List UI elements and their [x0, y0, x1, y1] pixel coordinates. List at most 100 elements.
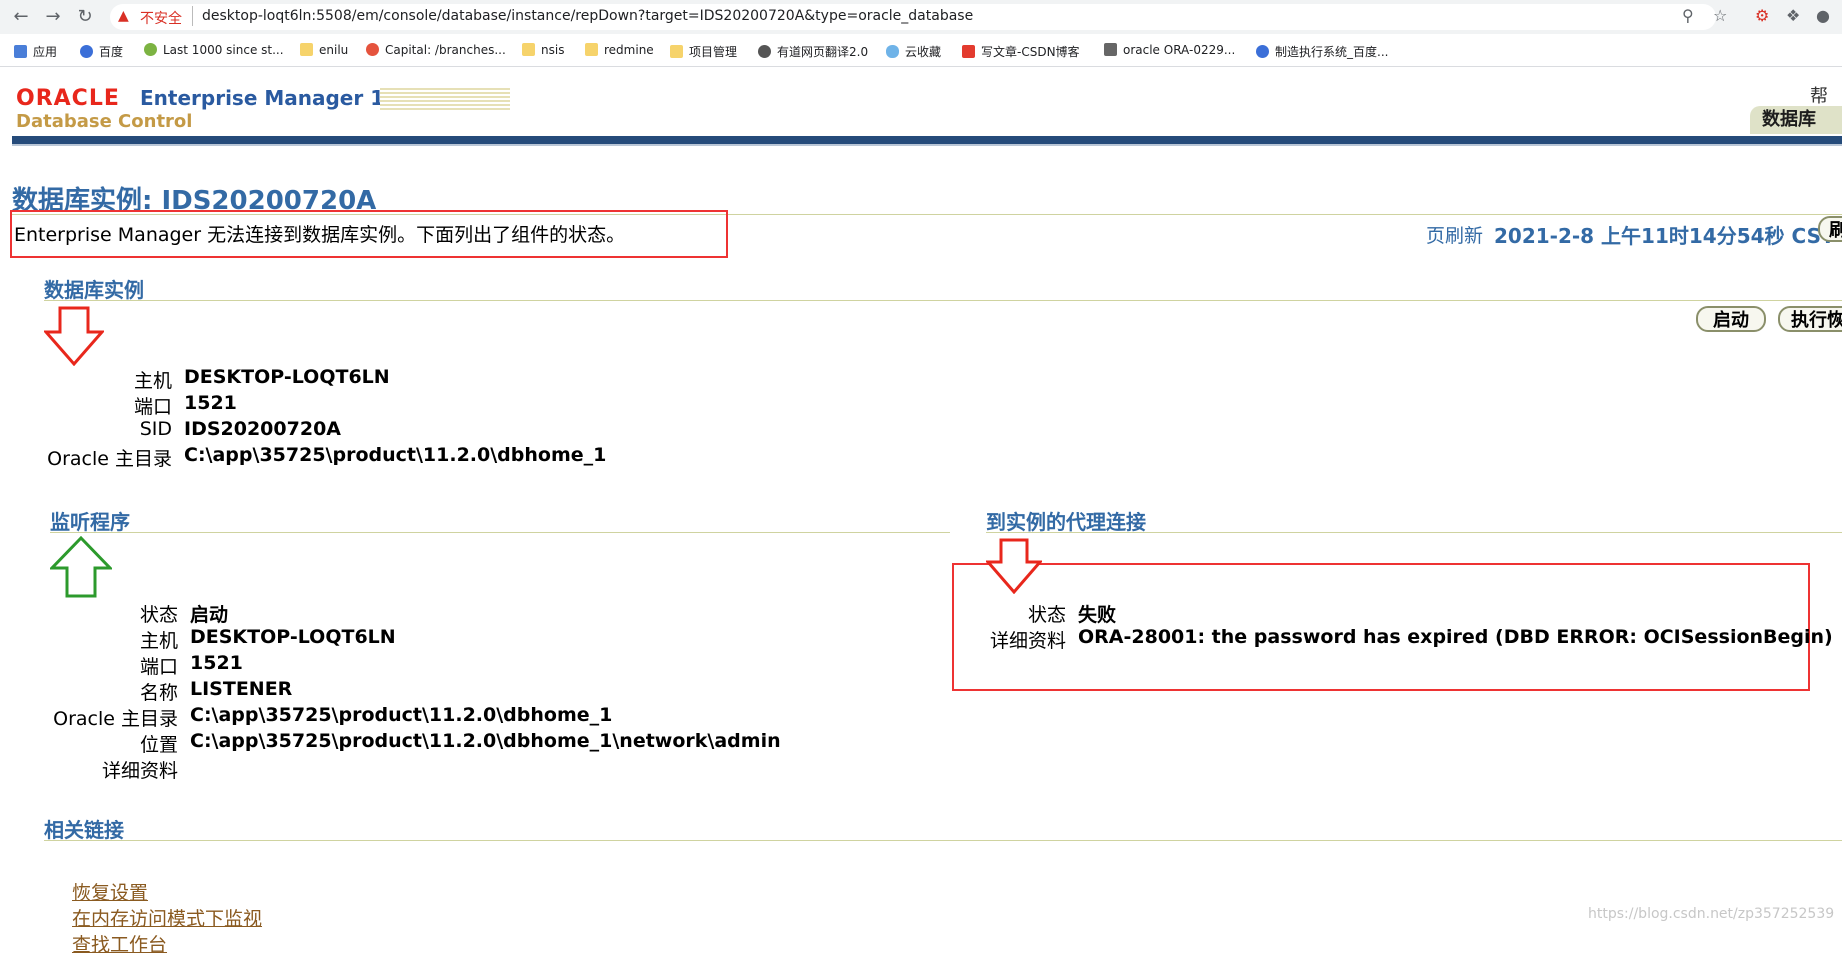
chrome-icon	[366, 43, 379, 56]
product-subtitle: Database Control	[16, 111, 193, 132]
up-arrow-icon	[50, 536, 112, 598]
header-decoration	[380, 88, 510, 110]
bookmark-apps[interactable]: 应用	[14, 43, 57, 60]
bookmark-oracle-ora[interactable]: oracle ORA-0229...	[1104, 43, 1235, 57]
status-message: Enterprise Manager 无法连接到数据库实例。下面列出了组件的状态…	[14, 224, 626, 246]
forward-icon[interactable]: →	[42, 6, 64, 28]
bookmark-csdn[interactable]: 写文章-CSDN博客	[962, 43, 1080, 60]
bookmark-label: redmine	[604, 43, 654, 57]
leaf-icon	[144, 43, 157, 56]
extension-icon[interactable]: ⚙	[1755, 6, 1769, 25]
insecure-label[interactable]: 不安全	[140, 8, 182, 28]
row-value: ORA-28001: the password has expired (DBD…	[1078, 626, 1833, 648]
folder-icon	[585, 43, 598, 56]
bookmark-label: 制造执行系统_百度...	[1275, 45, 1389, 59]
row-label: 主机	[133, 370, 172, 392]
oracle-logo: ORACLE	[16, 86, 120, 111]
bookmark-last1000[interactable]: Last 1000 since st...	[144, 43, 284, 57]
bookmark-label: 有道网页翻译2.0	[777, 45, 869, 59]
profile-icon[interactable]: ●	[1816, 6, 1830, 25]
browser-toolbar: ← → ↻ ▲ 不安全 desktop-loqt6ln:5508/em/cons…	[0, 0, 1842, 34]
db-instance-title: 数据库实例	[44, 278, 144, 302]
csdn-icon	[962, 45, 975, 58]
divider	[986, 532, 1842, 533]
refresh-label: 页刷新	[1426, 225, 1484, 247]
row-value: C:\app\35725\product\11.2.0\dbhome_1	[184, 444, 607, 466]
row-label: 详细资料	[101, 760, 178, 782]
row-label: 详细资料	[989, 630, 1066, 652]
url-text[interactable]: desktop-loqt6ln:5508/em/console/database…	[202, 8, 973, 24]
puzzle-icon[interactable]: ❖	[1786, 6, 1800, 25]
row-label: 状态	[139, 604, 178, 626]
baidu-icon	[80, 45, 93, 58]
row-value: C:\app\35725\product\11.2.0\dbhome_1	[190, 704, 613, 726]
folder-icon	[670, 45, 683, 58]
back-icon[interactable]: ←	[10, 6, 32, 28]
row-label: 位置	[139, 734, 178, 756]
bookmark-mes[interactable]: 制造执行系统_百度...	[1256, 43, 1388, 60]
bookmark-youdao[interactable]: 有道网页翻译2.0	[758, 43, 868, 60]
refresh-button[interactable]: 刷	[1818, 216, 1842, 242]
row-label: SID	[139, 418, 172, 440]
bookmarks-bar: 应用 百度 Last 1000 since st... enilu Capita…	[0, 34, 1842, 67]
bookmark-enilu[interactable]: enilu	[300, 43, 348, 57]
cloud-icon	[886, 45, 899, 58]
bookmark-capital[interactable]: Capital: /branches...	[366, 43, 506, 57]
row-value: LISTENER	[190, 678, 293, 700]
divider	[44, 840, 1842, 841]
refresh-time: 2021-2-8 上午11时14分54秒 CST	[1494, 224, 1835, 248]
link-search-workbench[interactable]: 查找工作台	[72, 930, 167, 957]
tab-database[interactable]: 数据库	[1750, 106, 1842, 134]
listener-title: 监听程序	[50, 510, 130, 534]
header-bar	[12, 136, 1842, 146]
related-links-title: 相关链接	[44, 818, 124, 842]
star-icon[interactable]: ☆	[1713, 6, 1727, 25]
bookmark-label: 应用	[33, 45, 58, 59]
start-button[interactable]: 启动	[1696, 306, 1766, 332]
row-value: C:\app\35725\product\11.2.0\dbhome_1\net…	[190, 730, 781, 752]
url-separator	[192, 6, 193, 26]
bookmark-baidu[interactable]: 百度	[80, 43, 123, 60]
row-label: 状态	[1027, 604, 1066, 626]
row-label: Oracle 主目录	[47, 448, 172, 470]
bookmark-label: enilu	[319, 43, 349, 57]
reload-icon[interactable]: ↻	[74, 6, 96, 28]
down-arrow-icon	[986, 538, 1042, 594]
row-value: 1521	[190, 652, 243, 674]
bookmark-label: nsis	[541, 43, 565, 57]
row-value: 1521	[184, 392, 237, 414]
row-value: DESKTOP-LOQT6LN	[190, 626, 396, 648]
pin-icon	[1104, 43, 1117, 56]
folder-icon	[522, 43, 535, 56]
divider	[44, 300, 1842, 301]
bookmark-label: Capital: /branches...	[385, 43, 506, 57]
bookmark-redmine[interactable]: redmine	[585, 43, 654, 57]
folder-icon	[300, 43, 313, 56]
row-label: 端口	[133, 396, 172, 418]
baidu-icon	[1256, 45, 1269, 58]
bookmark-label: 写文章-CSDN博客	[981, 45, 1080, 59]
row-label: 端口	[139, 656, 178, 678]
link-recovery-settings[interactable]: 恢复设置	[72, 878, 148, 905]
bookmark-cloud[interactable]: 云收藏	[886, 43, 941, 60]
row-value: IDS20200720A	[184, 418, 341, 440]
bookmark-label: Last 1000 since st...	[163, 43, 284, 57]
bookmark-label: 项目管理	[689, 45, 738, 59]
row-label: Oracle 主目录	[53, 708, 178, 730]
row-label: 名称	[139, 682, 178, 704]
warning-icon: ▲	[118, 8, 129, 24]
link-memory-access-monitor[interactable]: 在内存访问模式下监视	[72, 904, 262, 931]
product-title: Enterprise Manager 11g	[140, 86, 413, 110]
bookmark-project[interactable]: 项目管理	[670, 43, 737, 60]
bookmark-label: oracle ORA-0229...	[1123, 43, 1236, 57]
bookmark-nsis[interactable]: nsis	[522, 43, 564, 57]
zoom-icon[interactable]: ⚲	[1682, 6, 1694, 25]
row-value: 启动	[190, 604, 229, 626]
bookmark-label: 百度	[99, 45, 124, 59]
divider	[50, 532, 950, 533]
watermark: https://blog.csdn.net/zp357252539	[1588, 906, 1835, 922]
row-label: 主机	[139, 630, 178, 652]
row-value: 失败	[1078, 604, 1117, 626]
execute-recovery-button[interactable]: 执行恢	[1778, 306, 1842, 332]
bookmark-label: 云收藏	[905, 45, 942, 59]
